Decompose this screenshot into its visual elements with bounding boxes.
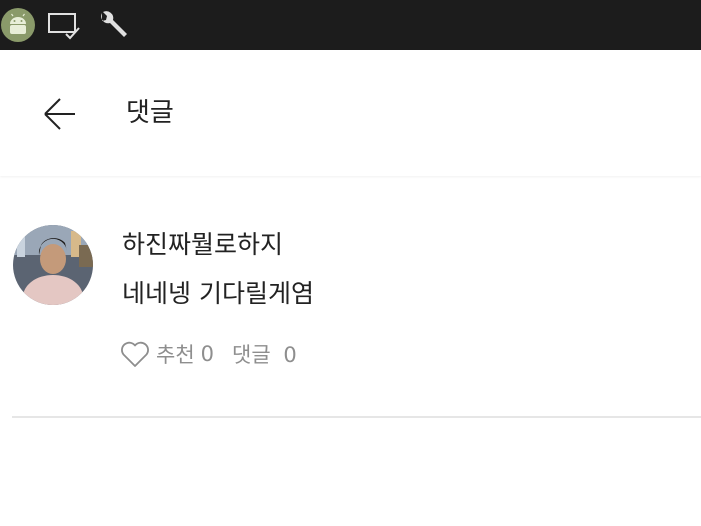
- reply-count: 0: [283, 343, 297, 367]
- comment-actions: 추천 0 댓글 0: [120, 337, 297, 371]
- app-bar: 댓글: [0, 50, 701, 176]
- divider: [12, 416, 701, 418]
- cast-check-icon: [48, 13, 80, 40]
- comment-author: 하진짜뭘로하지: [122, 230, 284, 259]
- reply-label: 댓글: [232, 343, 271, 367]
- status-bar: [0, 0, 701, 50]
- arrow-left-icon: [44, 98, 75, 130]
- avatar-photo: [13, 225, 93, 305]
- avatar[interactable]: [13, 225, 93, 305]
- android-icon: [1, 8, 35, 42]
- reply-button[interactable]: 댓글 0: [232, 339, 297, 369]
- heart-icon: [121, 341, 149, 367]
- page-title: 댓글: [126, 98, 174, 128]
- like-button[interactable]: 추천 0: [120, 339, 214, 369]
- comment-item: 하진짜뭘로하지 네네넹 기다릴게염 추천 0 댓글 0: [0, 176, 701, 418]
- wrench-icon: [101, 11, 127, 37]
- like-label: 추천: [156, 343, 195, 367]
- back-button[interactable]: [36, 92, 84, 136]
- comment-text: 네네넹 기다릴게염: [122, 279, 314, 308]
- like-count: 0: [200, 342, 215, 366]
